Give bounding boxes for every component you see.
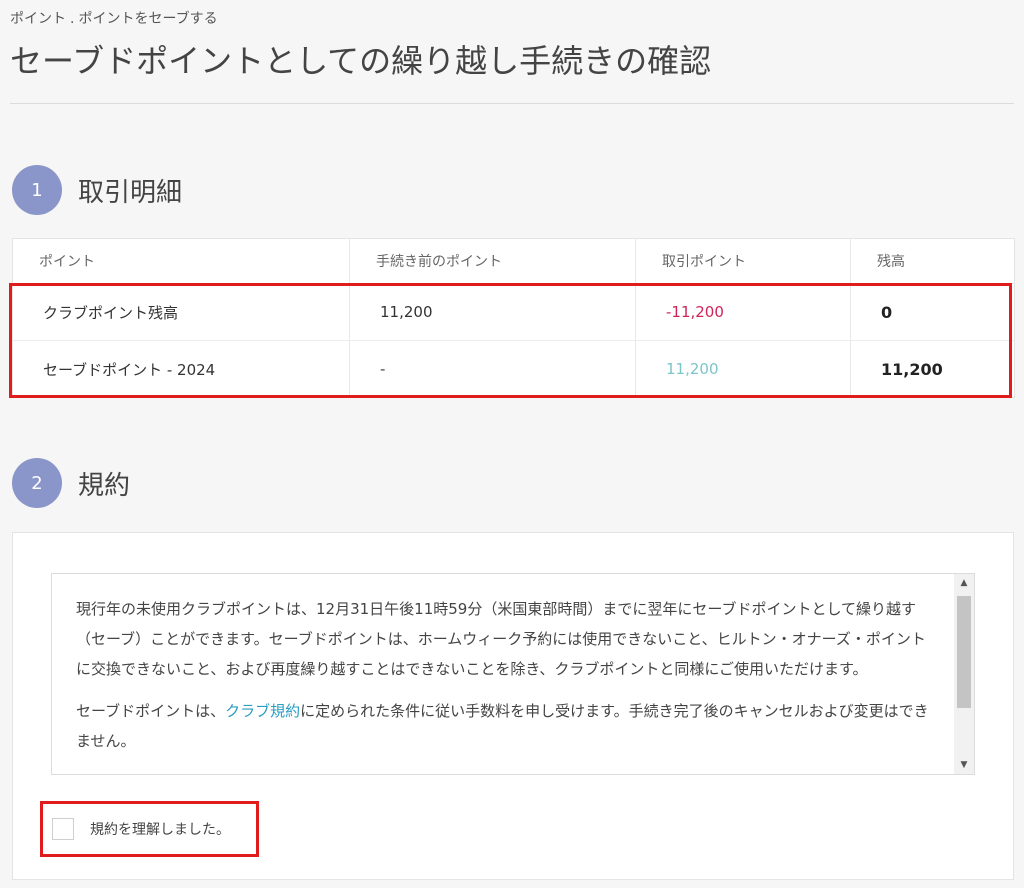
terms-scroll-box[interactable]: 現行年の未使用クラブポイントは、12月31日午後11時59分（米国東部時間）まで… — [51, 573, 975, 775]
terms-text-span: セーブドポイントは、 — [76, 702, 226, 720]
table-row: セーブドポイント - 2024 - 11,200 11,200 — [12, 340, 1015, 398]
breadcrumb-separator: . — [70, 11, 75, 27]
cell-before: 11,200 — [349, 283, 636, 341]
terms-text: 現行年の未使用クラブポイントは、12月31日午後11時59分（米国東部時間）まで… — [76, 594, 936, 768]
transaction-table: ポイント 手続き前のポイント 取引ポイント 残高 クラブポイント残高 11,20… — [12, 238, 1015, 398]
cell-transaction: -11,200 — [635, 283, 851, 341]
scroll-up-icon[interactable]: ▲ — [954, 574, 974, 592]
cell-transaction: 11,200 — [635, 340, 851, 398]
column-header-balance: 残高 — [850, 238, 1015, 284]
agree-checkbox[interactable] — [52, 818, 74, 840]
table-row: クラブポイント残高 11,200 -11,200 0 — [12, 283, 1015, 341]
step-label: 取引明細 — [78, 177, 183, 208]
cell-balance: 0 — [850, 283, 1015, 341]
scroll-down-icon[interactable]: ▼ — [954, 756, 974, 774]
step-transaction-details: 1 取引明細 — [12, 165, 182, 215]
club-terms-link[interactable]: クラブ規約 — [225, 702, 300, 720]
agree-label[interactable]: 規約を理解しました。 — [90, 819, 230, 839]
breadcrumb: ポイント. ポイントをセーブする — [10, 8, 218, 28]
column-header-point: ポイント — [12, 238, 350, 284]
terms-paragraph: 現行年の未使用クラブポイントは、12月31日午後11時59分（米国東部時間）まで… — [76, 600, 926, 678]
scroll-thumb[interactable] — [957, 596, 971, 708]
step-terms: 2 規約 — [12, 458, 130, 508]
column-header-before: 手続き前のポイント — [349, 238, 636, 284]
cell-balance: 11,200 — [881, 359, 943, 379]
terms-paragraph: セーブドポイントは、クラブ規約に定められた条件に従い手数料を申し受けます。手続き… — [76, 696, 936, 756]
table-header-row: ポイント 手続き前のポイント 取引ポイント 残高 — [12, 238, 1015, 284]
title-divider — [10, 103, 1014, 104]
breadcrumb-item-save-points: ポイントをセーブする — [78, 11, 218, 27]
breadcrumb-item-points[interactable]: ポイント — [10, 11, 66, 27]
cell-point: クラブポイント残高 — [12, 283, 350, 341]
step-number-badge: 2 — [12, 458, 62, 508]
cell-point: セーブドポイント - 2024 — [12, 340, 350, 398]
agreement-highlight: 規約を理解しました。 — [40, 801, 259, 857]
step-label: 規約 — [78, 470, 131, 501]
page-title: セーブドポイントとしての繰り越し手続きの確認 — [10, 42, 712, 80]
step-number-badge: 1 — [12, 165, 62, 215]
terms-scrollbar[interactable]: ▲ ▼ — [954, 574, 974, 774]
cell-before: - — [349, 340, 636, 398]
column-header-transaction: 取引ポイント — [635, 238, 851, 284]
